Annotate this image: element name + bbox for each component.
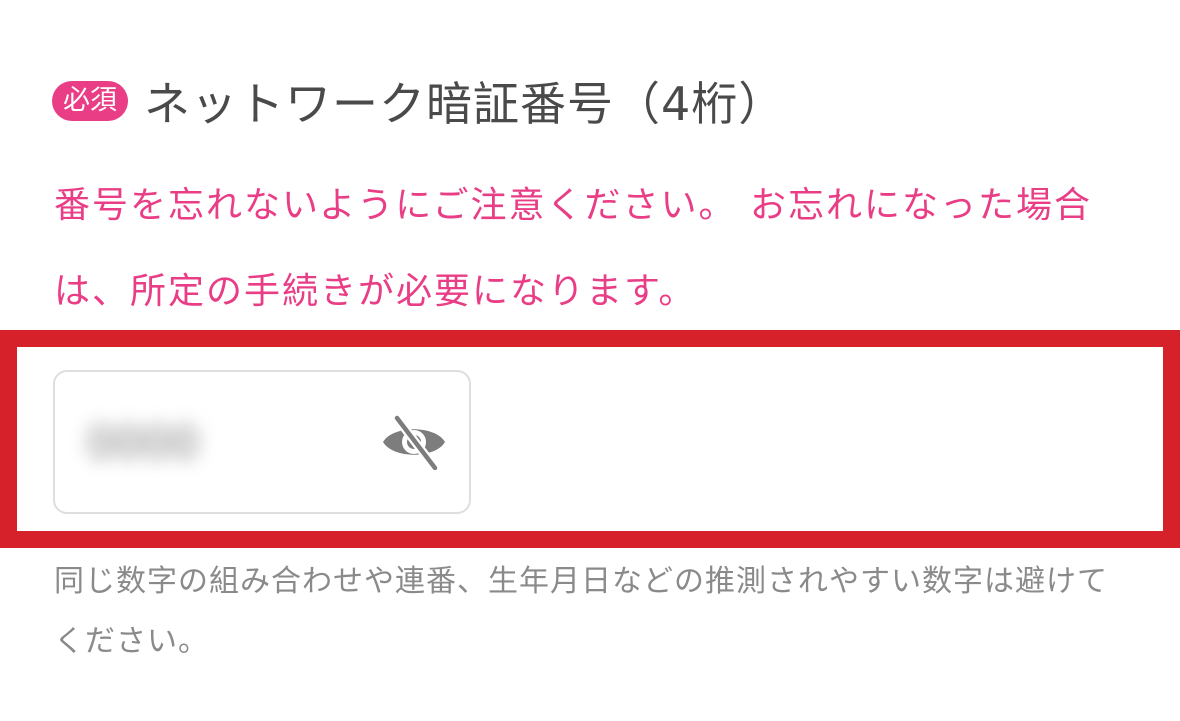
field-label-row: 必須 ネットワーク暗証番号（4桁） bbox=[52, 66, 785, 136]
required-badge: 必須 bbox=[52, 81, 128, 121]
pin-input[interactable] bbox=[87, 410, 277, 476]
network-pin-form: 必須 ネットワーク暗証番号（4桁） 番号を忘れないようにご注意ください。 お忘れ… bbox=[0, 0, 1180, 721]
eye-slash-icon bbox=[383, 415, 445, 470]
pin-hint-text: 同じ数字の組み合わせや連番、生年月日などの推測されやすい数字は避けてください。 bbox=[54, 564, 1108, 659]
pin-notice-text: 番号を忘れないようにご注意ください。 お忘れになった場合は、所定の手続きが必要に… bbox=[54, 185, 1093, 312]
toggle-visibility-button[interactable] bbox=[376, 412, 452, 472]
field-title: ネットワーク暗証番号（4桁） bbox=[144, 77, 786, 131]
